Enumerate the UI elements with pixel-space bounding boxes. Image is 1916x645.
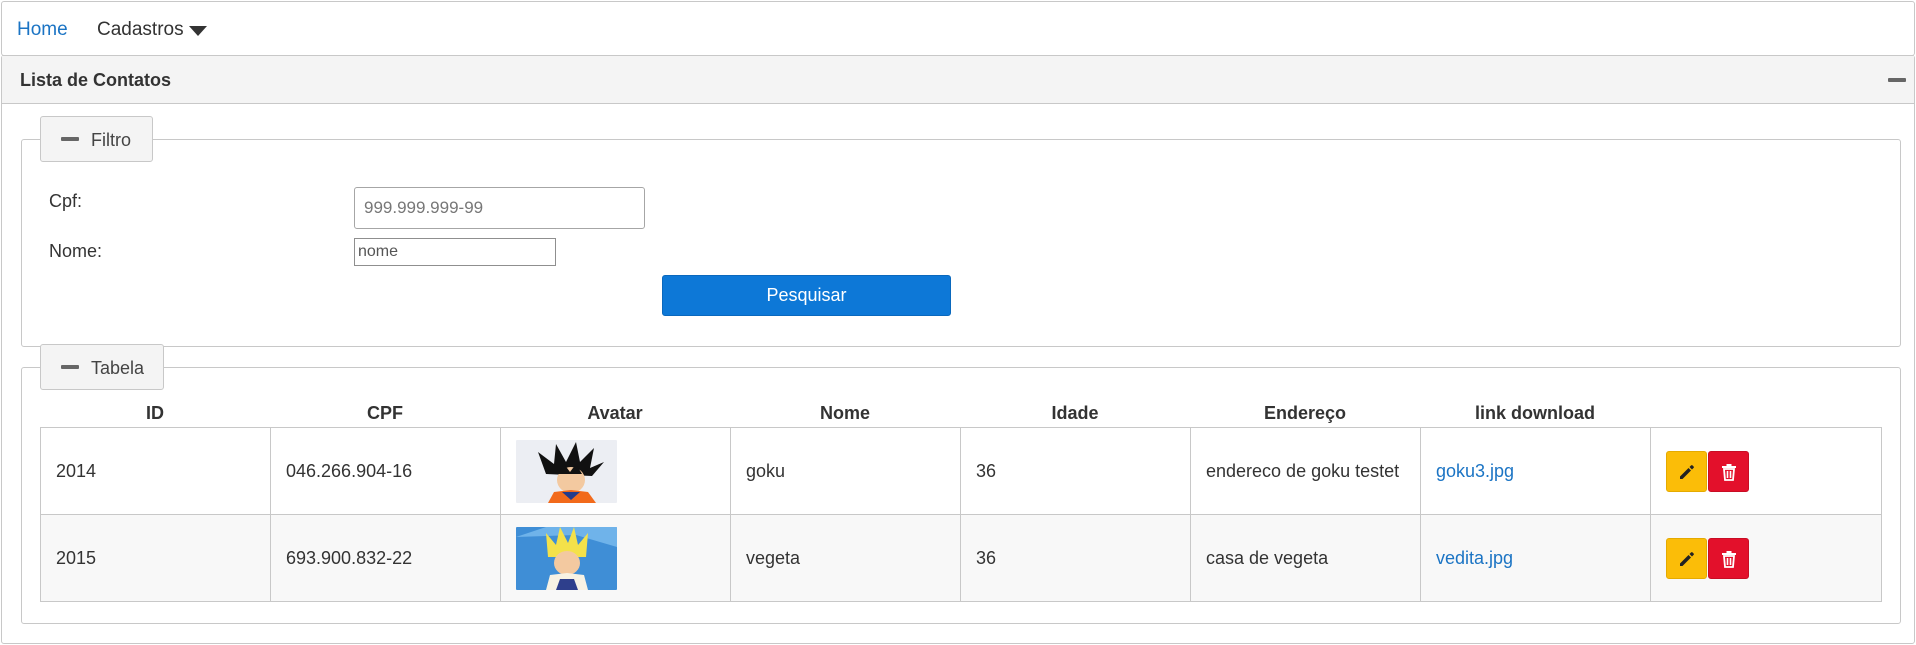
cell-nome: vegeta bbox=[730, 514, 961, 602]
contacts-table: 2014 046.266.904-16 goku 36 endereco de … bbox=[40, 427, 1882, 602]
top-navbar: Home Cadastros bbox=[1, 1, 1915, 56]
cell-id: 2015 bbox=[40, 514, 271, 602]
pencil-icon bbox=[1680, 464, 1694, 479]
cell-avatar bbox=[500, 427, 731, 515]
nav-home-link[interactable]: Home bbox=[17, 19, 68, 41]
download-link[interactable]: goku3.jpg bbox=[1436, 461, 1514, 481]
nome-input[interactable] bbox=[354, 238, 556, 266]
minus-icon bbox=[61, 365, 79, 369]
cell-actions bbox=[1650, 427, 1882, 515]
cell-endereco: casa de vegeta bbox=[1190, 514, 1421, 602]
panel-title: Lista de Contatos bbox=[20, 70, 172, 90]
cell-link: vedita.jpg bbox=[1420, 514, 1651, 602]
trash-icon bbox=[1722, 463, 1737, 481]
cell-id: 2014 bbox=[40, 427, 271, 515]
cell-avatar bbox=[500, 514, 731, 602]
column-header-avatar: Avatar bbox=[587, 403, 643, 423]
cell-endereco: endereco de goku testet bbox=[1190, 427, 1421, 515]
column-header-endereco: Endereço bbox=[1263, 403, 1347, 423]
nav-cadastros-menu[interactable]: Cadastros bbox=[97, 19, 184, 41]
search-button[interactable]: Pesquisar bbox=[662, 275, 951, 316]
table-legend-toggle[interactable]: Tabela bbox=[40, 344, 164, 390]
panel-header: Lista de Contatos bbox=[2, 56, 1914, 104]
cpf-label: Cpf: bbox=[49, 191, 83, 211]
chevron-down-icon[interactable] bbox=[189, 26, 207, 36]
cell-cpf: 693.900.832-22 bbox=[270, 514, 501, 602]
column-header-cpf: CPF bbox=[367, 403, 403, 423]
cpf-input[interactable] bbox=[354, 187, 645, 229]
edit-button[interactable] bbox=[1666, 537, 1707, 579]
column-header-link-download: link download bbox=[1475, 403, 1595, 423]
trash-icon bbox=[1722, 550, 1737, 568]
delete-button[interactable] bbox=[1708, 537, 1750, 579]
filter-legend-label: Filtro bbox=[91, 130, 131, 150]
cell-actions bbox=[1650, 514, 1882, 602]
nome-label: Nome: bbox=[49, 241, 103, 261]
pencil-icon bbox=[1680, 551, 1694, 566]
minus-icon bbox=[61, 137, 79, 141]
vegeta-avatar-image bbox=[516, 526, 617, 590]
collapse-minus-icon[interactable] bbox=[1888, 73, 1906, 87]
column-header-nome: Nome bbox=[819, 403, 870, 423]
cell-link: goku3.jpg bbox=[1420, 427, 1651, 515]
table-row: 2014 046.266.904-16 goku 36 endereco de … bbox=[40, 427, 1882, 515]
cell-nome: goku bbox=[730, 427, 961, 515]
table-legend-label: Tabela bbox=[91, 358, 145, 378]
cell-idade: 36 bbox=[960, 514, 1191, 602]
column-header-id: ID bbox=[146, 403, 164, 423]
delete-button[interactable] bbox=[1708, 450, 1750, 492]
goku-avatar-image bbox=[516, 439, 617, 503]
cell-cpf: 046.266.904-16 bbox=[270, 427, 501, 515]
cell-idade: 36 bbox=[960, 427, 1191, 515]
table-row: 2015 693.900.832-22 vegeta 36 casa de ve… bbox=[40, 514, 1882, 602]
filter-legend-toggle[interactable]: Filtro bbox=[40, 116, 153, 162]
filter-fieldset bbox=[21, 139, 1901, 347]
edit-button[interactable] bbox=[1666, 450, 1707, 492]
download-link[interactable]: vedita.jpg bbox=[1436, 548, 1513, 568]
column-header-idade: Idade bbox=[1051, 403, 1099, 423]
